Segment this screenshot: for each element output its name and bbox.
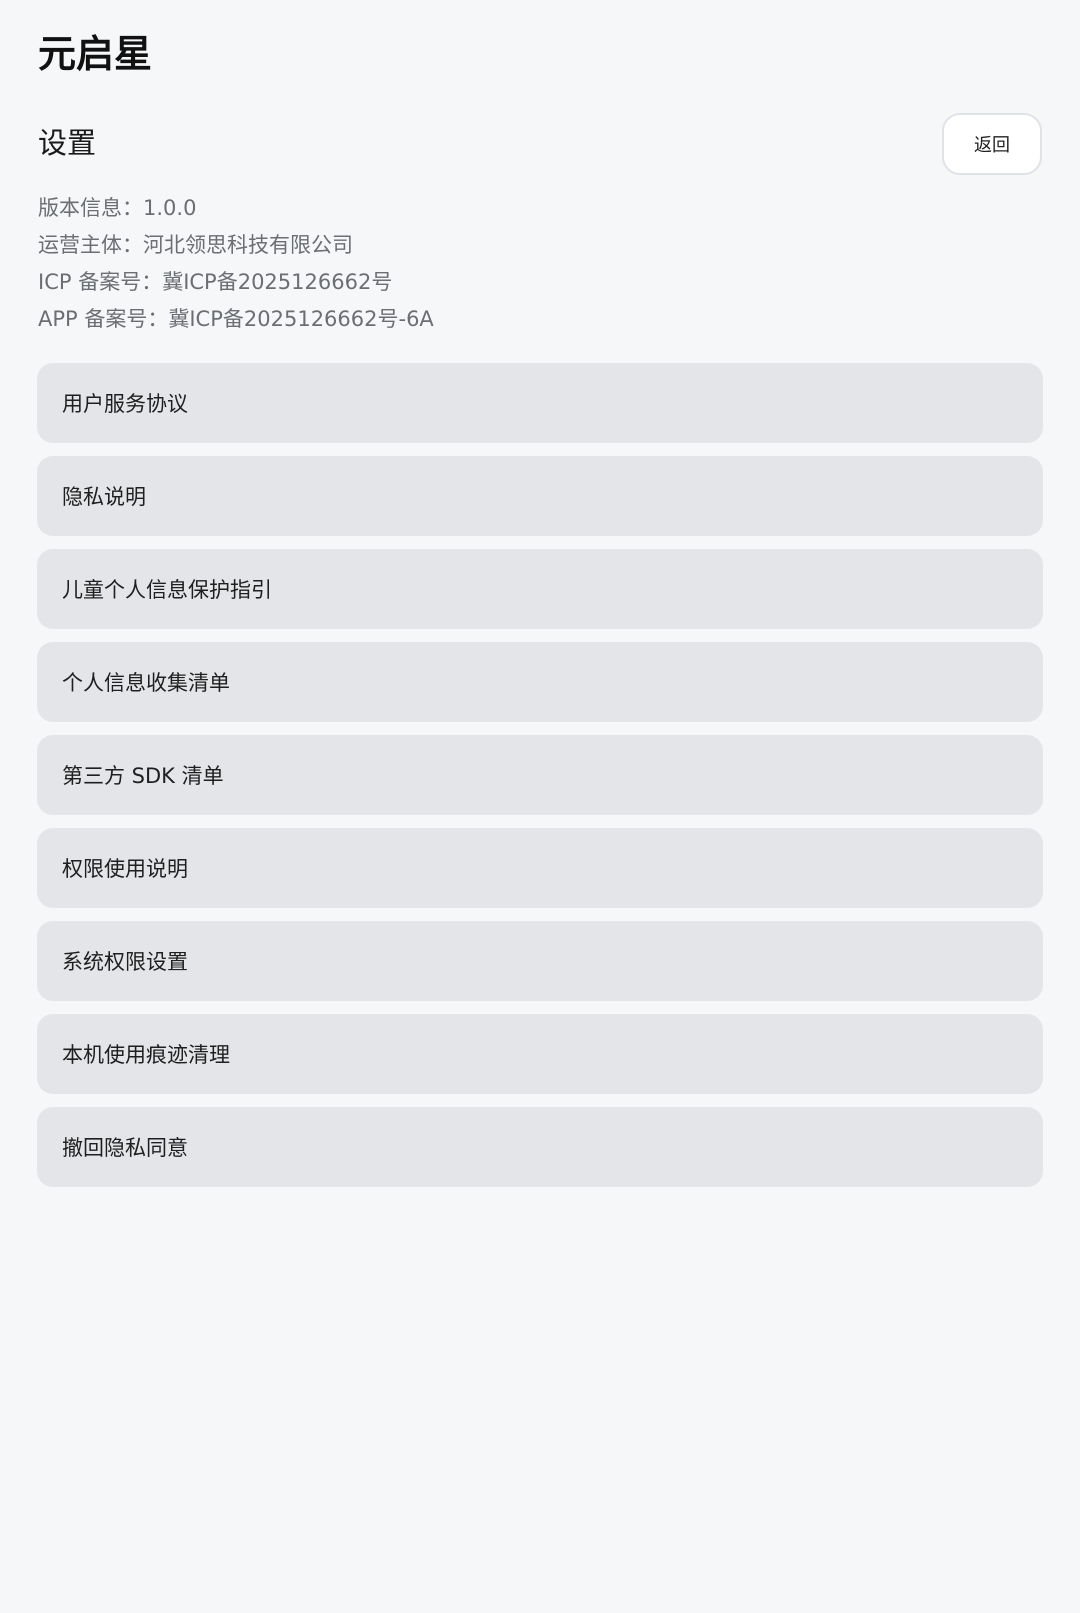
menu-item-label: 个人信息收集清单 [62,671,230,695]
menu-item-revoke-privacy-consent[interactable]: 撤回隐私同意 [37,1107,1043,1187]
menu-item-label: 儿童个人信息保护指引 [62,578,272,602]
page-title: 设置 [38,126,97,160]
menu-item-label: 权限使用说明 [62,857,188,881]
menu-item-clear-usage-traces[interactable]: 本机使用痕迹清理 [37,1014,1043,1094]
menu-item-permission-usage[interactable]: 权限使用说明 [37,828,1043,908]
back-button[interactable]: 返回 [942,113,1042,175]
menu-item-third-party-sdk-list[interactable]: 第三方 SDK 清单 [37,735,1043,815]
menu-item-label: 撤回隐私同意 [62,1136,188,1160]
menu-item-label: 第三方 SDK 清单 [62,764,224,788]
version-info: 版本信息：1.0.0 [38,196,197,220]
app-info: 版本信息：1.0.0 运营主体：河北领思科技有限公司 ICP 备案号：冀ICP备… [38,190,434,338]
menu-item-label: 本机使用痕迹清理 [62,1043,230,1067]
operator-info: 运营主体：河北领思科技有限公司 [38,233,353,257]
menu-item-privacy-statement[interactable]: 隐私说明 [37,456,1043,536]
menu-item-children-privacy-guide[interactable]: 儿童个人信息保护指引 [37,549,1043,629]
settings-menu: 用户服务协议 隐私说明 儿童个人信息保护指引 个人信息收集清单 第三方 SDK … [37,363,1043,1200]
menu-item-label: 用户服务协议 [62,392,188,416]
app-title: 元启星 [38,32,153,76]
menu-item-personal-info-list[interactable]: 个人信息收集清单 [37,642,1043,722]
page-header: 设置 返回 [38,113,1042,177]
app-record-info: APP 备案号：冀ICP备2025126662号-6A [38,307,434,331]
menu-item-label: 系统权限设置 [62,950,188,974]
icp-record-info: ICP 备案号：冀ICP备2025126662号 [38,270,393,294]
menu-item-user-agreement[interactable]: 用户服务协议 [37,363,1043,443]
menu-item-system-permission-settings[interactable]: 系统权限设置 [37,921,1043,1001]
menu-item-label: 隐私说明 [62,485,146,509]
